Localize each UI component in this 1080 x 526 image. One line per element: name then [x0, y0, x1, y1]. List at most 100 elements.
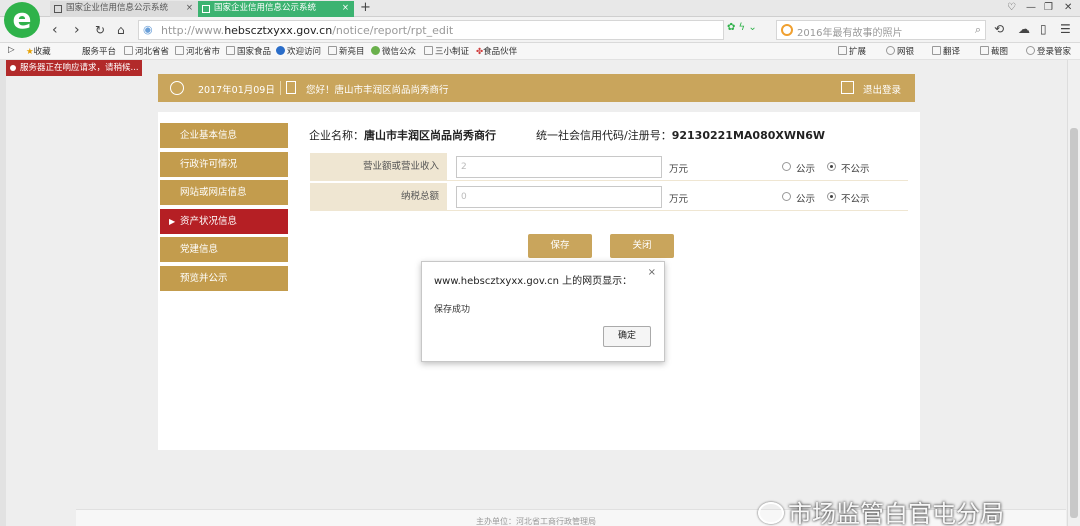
dialog-message: 保存成功 — [434, 305, 471, 315]
sidebar-item-assets[interactable]: ▶ 资产状况信息 — [160, 208, 288, 234]
bookmark-bar: ▷ ★收藏 服务平台 河北省省 河北省市 国家食品 欢迎访问 新亮目 微信公众 … — [0, 43, 1080, 60]
logout-icon[interactable] — [841, 81, 854, 94]
page-icon — [424, 46, 433, 55]
bookmark-item[interactable]: 欢迎访问 — [276, 45, 321, 57]
bookmark-item[interactable]: 国家食品 — [226, 45, 271, 57]
home-icon[interactable]: ⌂ — [117, 21, 125, 39]
undo-icon[interactable]: ⟲ — [994, 22, 1004, 36]
grid-icon — [838, 46, 847, 55]
refresh-icon[interactable]: ↻ — [95, 21, 105, 39]
bookmark-item[interactable]: 三小制证 — [424, 45, 469, 57]
browser-tab-2[interactable]: 国家企业信用信息公示系统 × — [198, 1, 354, 17]
wechat-icon — [371, 46, 380, 55]
tab-close-icon[interactable]: × — [186, 1, 193, 16]
browser-logo-icon: e — [4, 2, 40, 38]
browser-tab-bar: 国家企业信用信息公示系统 × 国家企业信用信息公示系统 × + ♡ — ❐ ✕ — [0, 0, 1080, 17]
sidebar-menu: 企业基本信息 行政许可情况 网站或网店信息 ▶ 资产状况信息 党建信息 预览并公示 — [160, 123, 288, 295]
bookmark-item[interactable]: 服务平台 — [82, 45, 116, 57]
address-bar: ‹ › ↻ ⌂ ◉ http://www.hebscztxyxx.gov.cn/… — [0, 17, 1080, 43]
page-icon — [328, 46, 337, 55]
new-tab-icon[interactable]: + — [360, 0, 371, 16]
revenue-private-radio[interactable] — [827, 162, 836, 171]
bank-icon — [886, 46, 895, 55]
alert-dialog: www.hebscztxyxx.gov.cn 上的网页显示： × 保存成功 确定 — [421, 261, 665, 362]
page-icon — [202, 5, 210, 13]
phone-icon[interactable]: ▯ — [1040, 22, 1047, 36]
toolbar-screenshot[interactable]: 截图 — [980, 45, 1008, 57]
sidebar-item-basic-info[interactable]: 企业基本信息 — [160, 123, 288, 148]
bookmark-item[interactable]: ✤食品伙伴 — [476, 45, 517, 57]
url-domain: hebscztxyxx.gov.cn — [224, 24, 333, 37]
close-button[interactable]: 关闭 — [610, 234, 674, 258]
search-engine-icon — [781, 24, 793, 36]
restore-icon[interactable]: ❐ — [1044, 0, 1053, 16]
url-input[interactable]: ◉ http://www.hebscztxyxx.gov.cn/notice/r… — [138, 20, 724, 40]
forward-icon[interactable]: › — [74, 21, 80, 39]
logout-link[interactable]: 退出登录 — [863, 82, 901, 96]
tax-unit: 万元 — [669, 194, 689, 205]
page-header: 2017年01月09日 您好！唐山市丰润区尚品尚秀商行 退出登录 — [158, 74, 915, 102]
tax-private-radio[interactable] — [827, 192, 836, 201]
tax-label: 纳税总额 — [310, 183, 447, 211]
translate-icon — [932, 46, 941, 55]
bookmark-item[interactable]: 微信公众 — [371, 45, 416, 57]
toolbar-bank[interactable]: 网银 — [886, 45, 914, 57]
watermark: 市场监管白官屯分局 — [758, 494, 1004, 526]
form-row-tax: 纳税总额 0 万元 公示 不公示 — [310, 183, 908, 211]
form-row-revenue: 营业额或营业收入 2 万元 公示 不公示 — [310, 153, 908, 181]
dialog-close-icon[interactable]: × — [648, 267, 656, 278]
star-icon: ★ — [26, 47, 34, 57]
page-icon — [175, 46, 184, 55]
sidebar-item-party[interactable]: 党建信息 — [160, 237, 288, 263]
document-icon — [286, 81, 296, 94]
footer-text: 主办单位：河北省工商行政管理局 — [476, 517, 596, 526]
page-left-edge — [0, 60, 6, 526]
sidebar-toggle-icon[interactable]: ▷ — [8, 45, 15, 55]
menu-icon[interactable]: ☰ — [1060, 22, 1071, 36]
page-icon — [226, 46, 235, 55]
search-input[interactable]: 2016年最有故事的照片 ⌕ — [776, 20, 986, 40]
shirt-icon[interactable]: ♡ — [1007, 0, 1016, 16]
revenue-public-radio[interactable] — [782, 162, 791, 171]
bookmark-favorites[interactable]: ★收藏 — [26, 45, 51, 57]
sidebar-item-websites[interactable]: 网站或网店信息 — [160, 180, 288, 206]
tax-public-radio[interactable] — [782, 192, 791, 201]
search-icon[interactable]: ⌕ — [975, 23, 981, 37]
arrow-right-icon: ▶ — [169, 216, 176, 226]
page-icon — [124, 46, 133, 55]
revenue-public-label: 公示 — [796, 164, 816, 175]
toolbar-login[interactable]: 登录管家 — [1026, 45, 1071, 57]
toolbar-extension[interactable]: 扩展 — [838, 45, 866, 57]
wechat-watermark-icon — [758, 502, 784, 524]
page-icon — [54, 5, 62, 13]
bookmark-item[interactable]: 河北省市 — [175, 45, 220, 57]
bookmark-item[interactable]: 新亮目 — [328, 45, 365, 57]
company-name: 企业名称：唐山市丰润区尚品尚秀商行 — [309, 129, 496, 142]
save-button[interactable]: 保存 — [528, 234, 592, 258]
url-path: /notice/report/rpt_edit — [332, 24, 454, 37]
ok-button[interactable]: 确定 — [603, 326, 651, 347]
welcome-text: 您好！唐山市丰润区尚品尚秀商行 — [306, 85, 449, 96]
sidebar-item-preview[interactable]: 预览并公示 — [160, 265, 288, 291]
sidebar-item-licenses[interactable]: 行政许可情况 — [160, 151, 288, 177]
revenue-input[interactable]: 2 — [456, 156, 662, 178]
back-icon[interactable]: ‹ — [52, 21, 58, 39]
clock-icon — [170, 81, 184, 95]
scissors-icon — [980, 46, 989, 55]
site-icon — [276, 46, 285, 55]
close-window-icon[interactable]: ✕ — [1064, 0, 1072, 16]
cloud-icon[interactable]: ☁ — [1018, 22, 1030, 36]
toolbar-translate[interactable]: 翻译 — [932, 45, 960, 57]
dialog-title: www.hebscztxyxx.gov.cn 上的网页显示： — [434, 276, 633, 287]
security-icon[interactable]: ✿ ϟ ⌄ — [727, 22, 757, 33]
search-placeholder: 2016年最有故事的照片 — [797, 28, 903, 39]
scrollbar-thumb[interactable] — [1070, 128, 1078, 518]
bookmark-item[interactable]: 河北省省 — [124, 45, 169, 57]
revenue-unit: 万元 — [669, 164, 689, 175]
vertical-scrollbar[interactable] — [1067, 60, 1080, 526]
minimize-icon[interactable]: — — [1026, 0, 1036, 16]
divider — [280, 81, 281, 95]
tax-input[interactable]: 0 — [456, 186, 662, 208]
browser-tab-1[interactable]: 国家企业信用信息公示系统 × — [50, 1, 198, 17]
tab-close-icon[interactable]: × — [342, 1, 349, 16]
